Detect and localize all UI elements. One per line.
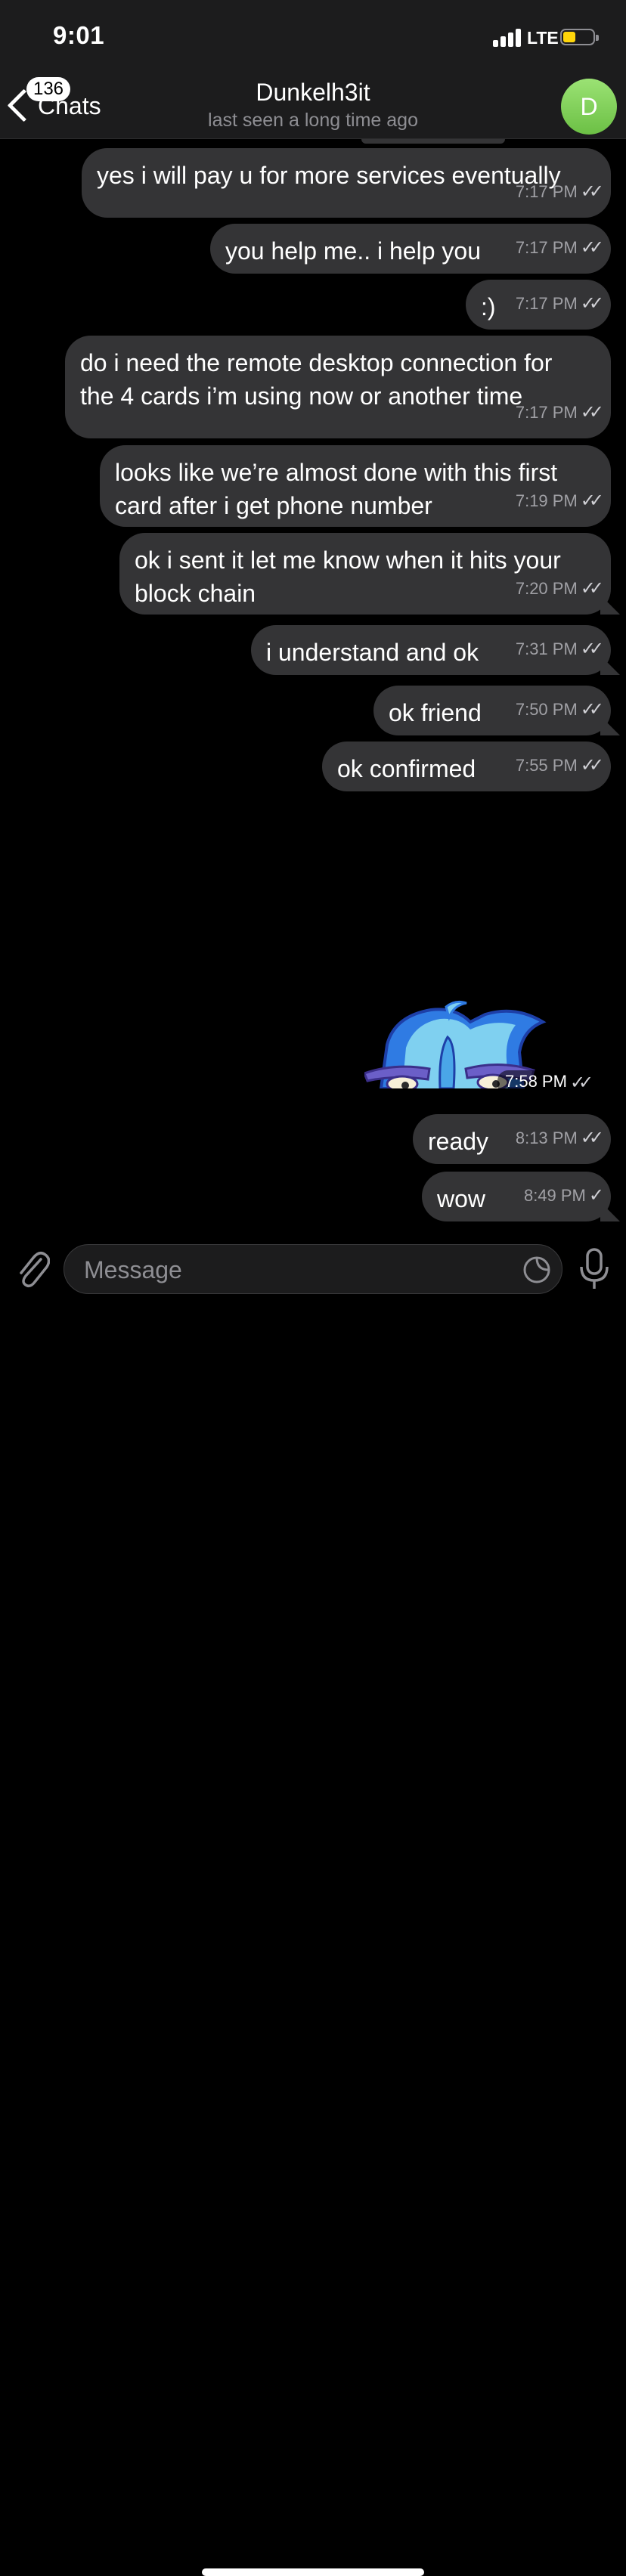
previous-message-edge	[361, 139, 505, 144]
status-bar: 9:01 LTE	[0, 0, 626, 68]
read-receipt-icon: ✓✓	[580, 491, 604, 511]
sent-check-icon: ✓	[588, 1185, 604, 1206]
message-text: looks like we’re almost done with this f…	[115, 459, 558, 519]
message-bubble[interactable]: i understand and ok 7:31 PM ✓✓	[251, 625, 611, 675]
message-text: ready	[428, 1128, 489, 1155]
message-input-field[interactable]	[64, 1244, 562, 1294]
message-text: ok confirmed	[337, 755, 476, 782]
message-bubble[interactable]: wow 8:49 PM ✓	[422, 1172, 611, 1221]
battery-icon	[560, 29, 599, 45]
message-time: 7:17 PM	[515, 238, 578, 257]
read-receipt-icon: ✓✓	[580, 639, 604, 659]
read-receipt-icon: ✓✓	[580, 578, 604, 599]
message-text: :)	[481, 293, 496, 320]
message-text: ok friend	[389, 699, 482, 726]
message-time: 7:58 PM	[505, 1072, 567, 1091]
message-text: i understand and ok	[266, 639, 479, 666]
microphone-icon[interactable]	[578, 1247, 611, 1291]
contact-avatar[interactable]: D	[561, 79, 617, 135]
message-bubble[interactable]: :) 7:17 PM ✓✓	[466, 280, 611, 330]
message-time: 7:55 PM	[515, 756, 578, 775]
sticker-button-icon[interactable]	[522, 1255, 551, 1284]
message-bubble[interactable]: ok friend 7:50 PM ✓✓	[373, 686, 611, 735]
read-receipt-icon: ✓✓	[580, 181, 604, 202]
message-text: wow	[437, 1185, 486, 1212]
read-receipt-icon: ✓✓	[580, 402, 604, 423]
message-time: 7:17 PM	[515, 294, 578, 313]
message-input[interactable]	[82, 1252, 509, 1287]
read-receipt-icon: ✓✓	[569, 1073, 593, 1093]
home-indicator[interactable]	[202, 2568, 424, 2576]
message-bubble[interactable]: ok i sent it let me know when it hits yo…	[119, 533, 611, 615]
message-time: 8:13 PM	[515, 1129, 578, 1147]
message-text: yes i will pay u for more services event…	[97, 162, 561, 189]
message-time: 7:50 PM	[515, 700, 578, 719]
paperclip-attach-icon[interactable]	[15, 1249, 50, 1288]
message-text: do i need the remote desktop connection …	[80, 349, 553, 410]
message-bubble[interactable]: ok confirmed 7:55 PM ✓✓	[322, 742, 611, 791]
message-time: 8:49 PM	[523, 1186, 586, 1205]
message-time: 7:31 PM	[515, 639, 578, 658]
sticker-timestamp: 7:58 PM ✓✓	[497, 1070, 595, 1095]
composer-bar	[0, 1235, 626, 2576]
read-receipt-icon: ✓✓	[580, 293, 604, 314]
message-bubble[interactable]: do i need the remote desktop connection …	[65, 336, 611, 438]
message-text: ok i sent it let me know when it hits yo…	[135, 546, 561, 607]
message-time: 7:17 PM	[515, 182, 578, 201]
message-bubble[interactable]: you help me.. i help you 7:17 PM ✓✓	[210, 224, 611, 274]
message-bubble[interactable]: looks like we’re almost done with this f…	[100, 445, 611, 527]
read-receipt-icon: ✓✓	[580, 1128, 604, 1148]
read-receipt-icon: ✓✓	[580, 237, 604, 258]
read-receipt-icon: ✓✓	[580, 699, 604, 720]
message-text: you help me.. i help you	[225, 237, 481, 265]
message-bubble[interactable]: yes i will pay u for more services event…	[82, 148, 611, 218]
contact-last-seen: last seen a long time ago	[208, 110, 418, 131]
message-time: 7:20 PM	[515, 579, 578, 598]
contact-name[interactable]: Dunkelh3it	[0, 79, 626, 107]
read-receipt-icon: ✓✓	[580, 755, 604, 776]
message-time: 7:17 PM	[515, 403, 578, 422]
cellular-signal-icon	[493, 29, 522, 47]
chat-header: Chats 136 Dunkelh3it last seen a long ti…	[0, 68, 626, 139]
message-time: 7:19 PM	[515, 491, 578, 510]
network-type: LTE	[527, 28, 559, 48]
status-time: 9:01	[53, 21, 105, 49]
message-bubble[interactable]: ready 8:13 PM ✓✓	[413, 1114, 611, 1164]
